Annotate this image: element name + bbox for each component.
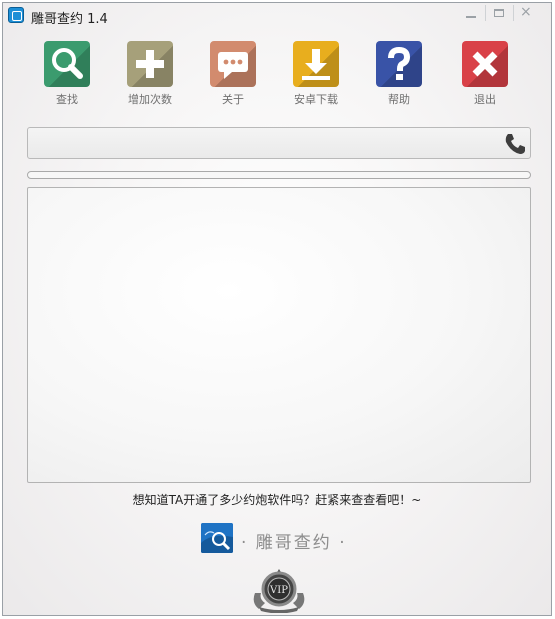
search-button[interactable]: 查找 xyxy=(27,41,107,107)
title-bar[interactable]: 雕哥查约 1.4 × xyxy=(3,3,551,29)
exit-button[interactable]: 退出 xyxy=(445,41,525,107)
android-download-label: 安卓下载 xyxy=(294,93,338,106)
maximize-button[interactable] xyxy=(488,5,510,23)
about-button[interactable]: 关于 xyxy=(193,41,273,107)
app-icon xyxy=(8,7,24,23)
add-times-button[interactable]: 增加次数 xyxy=(110,41,190,107)
exit-label: 退出 xyxy=(474,93,496,106)
question-icon xyxy=(388,46,411,80)
tagline: 想知道TA开通了多少约炮软件吗？赶紧来查查看吧！~ xyxy=(132,493,422,507)
vip-badge-icon: VIP xyxy=(253,569,305,613)
search-tile xyxy=(44,41,90,87)
help-label: 帮助 xyxy=(388,93,410,106)
close-icon: × xyxy=(520,4,532,20)
control-divider xyxy=(485,5,486,21)
android-download-button[interactable]: 安卓下载 xyxy=(276,41,356,107)
vip-badge-text: VIP xyxy=(269,585,288,596)
toolbar: 查找 增加次数 关于 安卓下载 帮助 退出 xyxy=(3,41,551,111)
add-times-label: 增加次数 xyxy=(128,93,172,106)
about-tile xyxy=(210,41,256,87)
control-divider xyxy=(513,5,514,21)
exit-tile xyxy=(462,41,508,87)
result-area xyxy=(27,187,531,483)
phone-input-box[interactable] xyxy=(27,127,531,159)
window-title: 雕哥查约 1.4 xyxy=(31,12,108,27)
search-glass-logo-icon xyxy=(201,523,233,553)
minimize-icon xyxy=(466,16,476,18)
app-window: 雕哥查约 1.4 × 查找 增加次数 关于 安卓下载 帮助 退出 想知道TA开通… xyxy=(2,2,552,616)
plus-icon xyxy=(136,50,164,78)
brand: · 雕哥查约 · xyxy=(201,523,371,555)
download-tile xyxy=(293,41,339,87)
close-x-icon xyxy=(472,51,498,77)
help-tile xyxy=(376,41,422,87)
phone-icon xyxy=(505,134,525,154)
search-label: 查找 xyxy=(56,93,78,106)
minimize-button[interactable] xyxy=(460,5,482,23)
close-button[interactable]: × xyxy=(516,4,538,23)
help-button[interactable]: 帮助 xyxy=(359,41,439,107)
download-icon xyxy=(302,49,330,80)
brand-text: · 雕哥查约 · xyxy=(241,533,347,553)
brand-logo xyxy=(201,523,233,553)
progress-bar xyxy=(27,171,531,179)
maximize-icon xyxy=(494,9,504,17)
about-label: 关于 xyxy=(222,93,244,106)
chat-bubble-icon xyxy=(218,52,248,79)
phone-number-input[interactable] xyxy=(32,131,492,155)
add-tile xyxy=(127,41,173,87)
search-icon xyxy=(52,48,83,79)
